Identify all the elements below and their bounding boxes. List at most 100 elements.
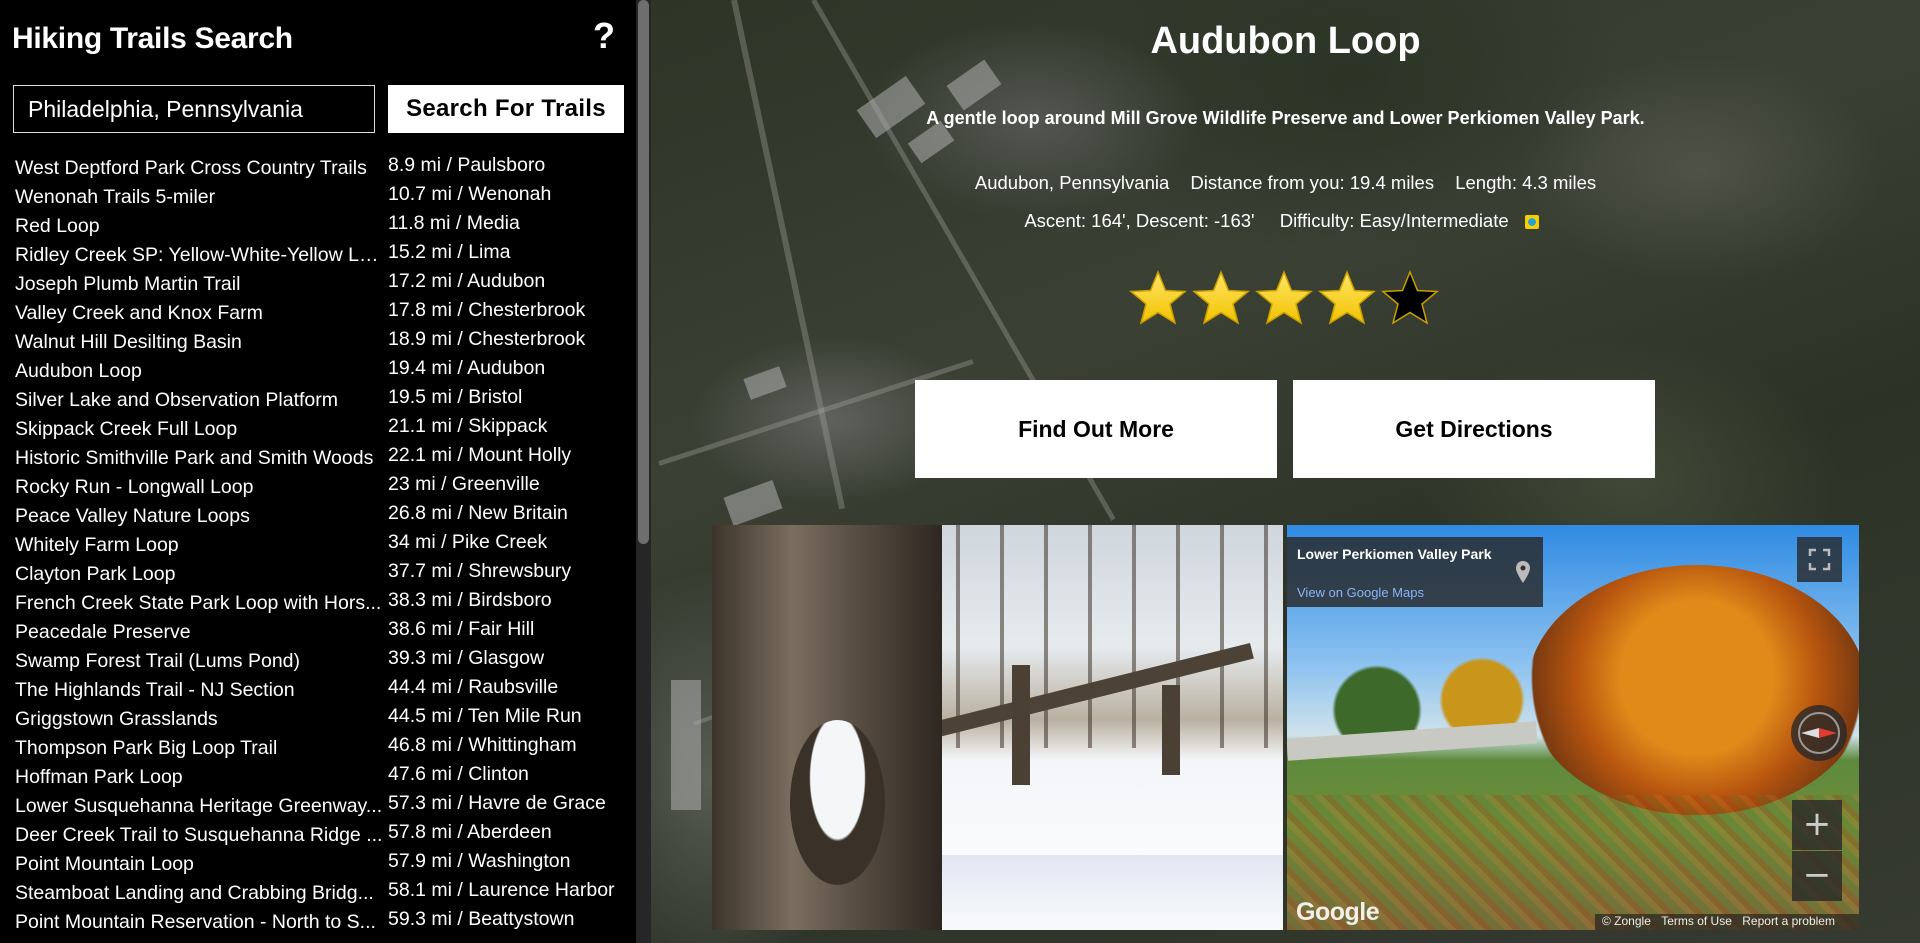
trail-distance-town: 26.8 mi / New Britain [388,502,568,524]
trail-list-item[interactable]: Lower Susquehanna Heritage Greenway... 57… [0,789,632,818]
trail-distance-town: 19.4 mi / Audubon [388,357,546,379]
trail-name[interactable]: The Highlands Trail - NJ Section [15,679,385,702]
trail-list-item[interactable]: Joseph Plumb Martin Trail 17.2 mi / Audub… [0,267,632,296]
trail-distance-town: 8.9 mi / Paulsboro [388,154,546,176]
trail-name[interactable]: Skippack Creek Full Loop [15,418,385,441]
star-filled-icon [1254,269,1314,329]
trail-list-item[interactable]: Silver Lake and Observation Platform 19.5… [0,383,632,412]
street-view-footer: © Zongle Terms of Use Report a problem [1595,914,1859,930]
trail-name[interactable]: Peacedale Preserve [15,621,385,644]
zoom-out-button[interactable]: − [1792,851,1842,901]
trail-name[interactable]: Hoffman Park Loop [15,766,385,789]
report-problem-link[interactable]: Report a problem [1742,914,1835,928]
trail-name[interactable]: Peace Valley Nature Loops [15,505,385,528]
trail-list-item[interactable]: Wenonah Trails 5-miler 10.7 mi / Wenonah [0,180,632,209]
trail-name[interactable]: Historic Smithville Park and Smith Woods [15,447,385,470]
trail-list-item[interactable]: Audubon Loop 19.4 mi / Audubon [0,354,632,383]
trail-list-item[interactable]: Red Loop 11.8 mi / Media [0,209,632,238]
trail-distance-town: 38.3 mi / Birdsboro [388,589,552,611]
trail-name[interactable]: Red Loop [15,215,385,238]
trail-name[interactable]: Clayton Park Loop [15,563,385,586]
photo-post-hole [790,720,885,885]
trail-distance-town: 37.7 mi / Shrewsbury [388,560,572,582]
compass-icon[interactable] [1791,705,1847,761]
fullscreen-icon[interactable] [1797,537,1842,582]
trail-list-item[interactable]: Point Mountain Reservation - North to S.… [0,905,632,934]
trail-name[interactable]: West Deptford Park Cross Country Trails [15,157,385,180]
trail-list-item[interactable]: Valley Creek and Knox Farm 17.8 mi / Ches… [0,296,632,325]
trail-list-item[interactable]: Rocky Run - Longwall Loop 23 mi / Greenvi… [0,470,632,499]
trail-name[interactable]: Griggstown Grasslands [15,708,385,731]
terms-of-use-link[interactable]: Terms of Use [1661,914,1732,928]
trail-name[interactable]: Joseph Plumb Martin Trail [15,273,385,296]
trail-name[interactable]: Walnut Hill Desilting Basin [15,331,385,354]
trail-list-item[interactable]: Peacedale Preserve 38.6 mi / Fair Hill [0,615,632,644]
trail-name[interactable]: Audubon Loop [15,360,385,383]
photo-snow-shadow [942,855,1283,930]
trail-name[interactable]: Lower Susquehanna Heritage Greenway... [15,795,385,818]
star-filled-icon [1317,269,1377,329]
trail-list-item[interactable]: Point Mountain Loop 57.9 mi / Washington [0,847,632,876]
find-out-more-button[interactable]: Find Out More [915,380,1277,478]
trail-distance-town: 57.3 mi / Havre de Grace [388,792,606,814]
trail-list-item[interactable]: Skippack Creek Full Loop 21.1 mi / Skippa… [0,412,632,441]
view-on-google-maps-link[interactable]: View on Google Maps [1297,585,1424,600]
trail-name[interactable]: Steamboat Landing and Crabbing Bridg... [15,882,385,905]
street-view-info-box: Lower Perkiomen Valley Park View on Goog… [1287,537,1543,607]
star-empty-icon [1380,269,1440,329]
trail-name[interactable]: Rocky Run - Longwall Loop [15,476,385,499]
trail-name[interactable]: Wenonah Trails 5-miler [15,186,385,209]
trail-name[interactable]: French Creek State Park Loop with Hors..… [15,592,385,615]
trail-list-item[interactable]: Swamp Forest Trail (Lums Pond) 39.3 mi / … [0,644,632,673]
trail-list-item[interactable]: West Deptford Park Cross Country Trails 8… [0,151,632,180]
trail-distance-town: 46.8 mi / Whittingham [388,734,577,756]
map-building [723,480,783,526]
trail-list-item[interactable]: Historic Smithville Park and Smith Woods… [0,441,632,470]
trail-distance-town: 19.5 mi / Bristol [388,386,523,408]
map-building [671,680,701,810]
map-building [946,59,1002,111]
trail-name[interactable]: Ridley Creek SP: Yellow-White-Yellow Lo.… [15,244,385,267]
trail-distance-town: 59.3 mi / Beattystown [388,908,575,930]
trail-list-item[interactable]: Walnut Hill Desilting Basin 18.9 mi / Che… [0,325,632,354]
trail-name[interactable]: Silver Lake and Observation Platform [15,389,385,412]
location-search-input[interactable] [13,85,375,133]
trail-list-item[interactable]: French Creek State Park Loop with Hors..… [0,586,632,615]
map-pin-icon [1516,561,1530,583]
trail-name[interactable]: Point Mountain Reservation - North to S.… [15,911,385,934]
trail-name[interactable]: Point Mountain Loop [15,853,385,876]
trail-list-item[interactable]: Griggstown Grasslands 44.5 mi / Ten Mile … [0,702,632,731]
trail-list-item[interactable]: Thompson Park Big Loop Trail 46.8 mi / Wh… [0,731,632,760]
trail-list-item[interactable]: Whitely Farm Loop 34 mi / Pike Creek [0,528,632,557]
trail-distance-town: 58.1 mi / Laurence Harbor [388,879,615,901]
trail-list-item[interactable]: Deer Creek Trail to Susquehanna Ridge ..… [0,818,632,847]
trail-list-item[interactable]: Steamboat Landing and Crabbing Bridg... 5… [0,876,632,905]
trail-list-item[interactable]: The Highlands Trail - NJ Section 44.4 mi … [0,673,632,702]
zoom-in-button[interactable]: + [1792,800,1842,850]
google-logo: Google [1296,898,1380,926]
trail-list: West Deptford Park Cross Country Trails 8… [0,151,632,934]
help-icon[interactable]: ? [593,18,615,54]
search-trails-button[interactable]: Search For Trails [388,85,624,133]
sidebar-scrollbar-thumb[interactable] [638,0,649,544]
trail-distance-town: 57.9 mi / Washington [388,850,571,872]
trail-name[interactable]: Thompson Park Big Loop Trail [15,737,385,760]
trail-list-item[interactable]: Clayton Park Loop 37.7 mi / Shrewsbury [0,557,632,586]
trail-name[interactable]: Whitely Farm Loop [15,534,385,557]
trail-list-item[interactable]: Peace Valley Nature Loops 26.8 mi / New B… [0,499,632,528]
trail-difficulty: Difficulty: Easy/Intermediate [1279,210,1509,231]
trail-list-item[interactable]: Ridley Creek SP: Yellow-White-Yellow Lo.… [0,238,632,267]
trail-rating [1128,269,1440,329]
trail-distance-town: 38.6 mi / Fair Hill [388,618,535,640]
trail-list-item[interactable]: Hoffman Park Loop 47.6 mi / Clinton [0,760,632,789]
trail-distance-town: 47.6 mi / Clinton [388,763,529,785]
trail-distance: Distance from you: 19.4 miles [1190,172,1435,193]
trail-name[interactable]: Valley Creek and Knox Farm [15,302,385,325]
trail-name[interactable]: Deer Creek Trail to Susquehanna Ridge ..… [15,824,385,847]
trail-name[interactable]: Swamp Forest Trail (Lums Pond) [15,650,385,673]
street-view-place-name: Lower Perkiomen Valley Park [1297,546,1492,562]
trail-distance-town: 23 mi / Greenville [388,473,540,495]
get-directions-button[interactable]: Get Directions [1293,380,1655,478]
trail-distance-town: 39.3 mi / Glasgow [388,647,545,669]
trail-photo [712,525,1283,930]
